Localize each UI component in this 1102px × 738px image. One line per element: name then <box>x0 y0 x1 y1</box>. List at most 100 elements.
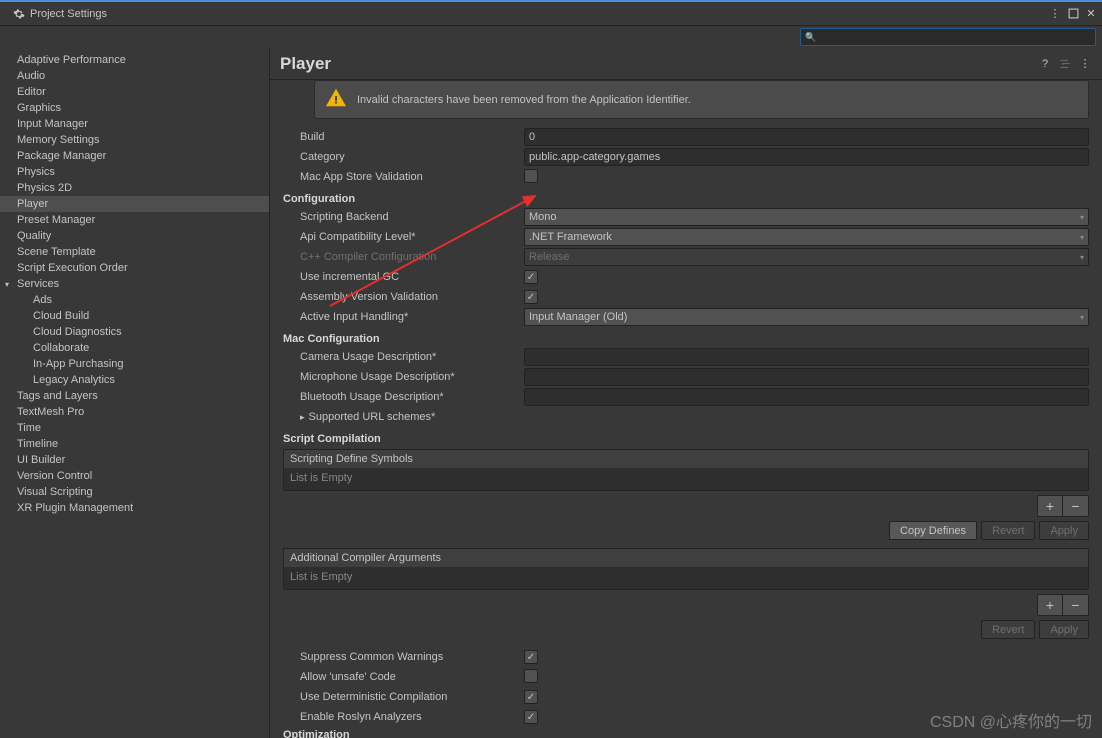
sidebar-item-input-manager[interactable]: Input Manager <box>0 116 269 132</box>
bt-input[interactable] <box>524 388 1089 406</box>
script-comp-section: Script Compilation <box>283 427 1089 447</box>
sidebar-item-script-execution-order[interactable]: Script Execution Order <box>0 260 269 276</box>
cpp-dropdown: Release <box>524 248 1089 266</box>
avv-checkbox[interactable] <box>524 290 538 304</box>
suppress-checkbox[interactable] <box>524 650 538 664</box>
sidebar-item-editor[interactable]: Editor <box>0 84 269 100</box>
search-input[interactable] <box>819 32 1091 42</box>
det-label: Use Deterministic Compilation <box>283 691 524 703</box>
sidebar-item-ads[interactable]: Ads <box>0 292 269 308</box>
sidebar-item-player[interactable]: Player <box>0 196 269 212</box>
sidebar-item-graphics[interactable]: Graphics <box>0 100 269 116</box>
url-schemes-foldout[interactable]: Supported URL schemes* <box>283 407 1089 427</box>
mac-store-checkbox[interactable] <box>524 169 538 183</box>
api-label: Api Compatibility Level* <box>283 231 524 243</box>
warning-icon <box>325 87 347 112</box>
apply-defines-button: Apply <box>1039 521 1089 540</box>
sds-header: Scripting Define Symbols <box>284 450 1088 468</box>
sidebar-item-preset-manager[interactable]: Preset Manager <box>0 212 269 228</box>
search-row: 🔍 <box>0 26 1102 48</box>
sidebar-item-in-app-purchasing[interactable]: In-App Purchasing <box>0 356 269 372</box>
close-icon[interactable]: ✕ <box>1084 7 1098 21</box>
suppress-label: Suppress Common Warnings <box>283 651 524 663</box>
sidebar-item-scene-template[interactable]: Scene Template <box>0 244 269 260</box>
sidebar-item-xr-plugin-management[interactable]: XR Plugin Management <box>0 500 269 516</box>
optim-section: Optimization <box>283 727 1089 738</box>
sidebar-item-physics[interactable]: Physics <box>0 164 269 180</box>
more-icon[interactable]: ⋮ <box>1078 57 1092 71</box>
main-panel: Player ? ⋮ Invalid characters have been … <box>270 48 1102 738</box>
search-box[interactable]: 🔍 <box>800 28 1096 46</box>
cam-input[interactable] <box>524 348 1089 366</box>
sidebar-item-textmesh-pro[interactable]: TextMesh Pro <box>0 404 269 420</box>
page-title: Player <box>280 54 331 74</box>
window-tab[interactable]: Project Settings <box>4 5 115 23</box>
sidebar-item-physics-2d[interactable]: Physics 2D <box>0 180 269 196</box>
help-icon[interactable]: ? <box>1038 57 1052 71</box>
content-scroll[interactable]: Invalid characters have been removed fro… <box>270 80 1102 738</box>
settings-icon[interactable] <box>1058 57 1072 71</box>
sidebar-item-time[interactable]: Time <box>0 420 269 436</box>
avv-label: Assembly Version Validation <box>283 291 524 303</box>
maximize-icon[interactable] <box>1066 7 1080 21</box>
sidebar-item-collaborate[interactable]: Collaborate <box>0 340 269 356</box>
add-define-button[interactable]: + <box>1038 496 1063 516</box>
category-label: Category <box>283 151 524 163</box>
sidebar: Adaptive PerformanceAudioEditorGraphicsI… <box>0 48 270 738</box>
config-section: Configuration <box>283 187 1089 207</box>
unsafe-label: Allow 'unsafe' Code <box>283 671 524 683</box>
sidebar-item-audio[interactable]: Audio <box>0 68 269 84</box>
unsafe-checkbox[interactable] <box>524 669 538 683</box>
sidebar-item-memory-settings[interactable]: Memory Settings <box>0 132 269 148</box>
sidebar-item-legacy-analytics[interactable]: Legacy Analytics <box>0 372 269 388</box>
sidebar-item-ui-builder[interactable]: UI Builder <box>0 452 269 468</box>
mac-config-section: Mac Configuration <box>283 327 1089 347</box>
window-title: Project Settings <box>30 8 107 20</box>
sidebar-item-version-control[interactable]: Version Control <box>0 468 269 484</box>
backend-label: Scripting Backend <box>283 211 524 223</box>
sidebar-item-quality[interactable]: Quality <box>0 228 269 244</box>
main-header: Player ? ⋮ <box>270 48 1102 80</box>
mic-label: Microphone Usage Description* <box>283 371 524 383</box>
sidebar-item-cloud-diagnostics[interactable]: Cloud Diagnostics <box>0 324 269 340</box>
aca-header: Additional Compiler Arguments <box>284 549 1088 567</box>
api-dropdown[interactable]: .NET Framework <box>524 228 1089 246</box>
sidebar-item-visual-scripting[interactable]: Visual Scripting <box>0 484 269 500</box>
sidebar-item-services[interactable]: Services <box>0 276 269 292</box>
revert-args-button: Revert <box>981 620 1035 639</box>
gear-icon <box>12 7 26 21</box>
aca-body: List is Empty <box>284 567 1088 589</box>
warning-text: Invalid characters have been removed fro… <box>357 94 691 106</box>
titlebar: Project Settings ⋮ ✕ <box>0 2 1102 26</box>
apply-args-button: Apply <box>1039 620 1089 639</box>
cam-label: Camera Usage Description* <box>283 351 524 363</box>
define-symbols-box: Scripting Define Symbols List is Empty <box>283 449 1089 491</box>
bt-label: Bluetooth Usage Description* <box>283 391 524 403</box>
gc-checkbox[interactable] <box>524 270 538 284</box>
input-dropdown[interactable]: Input Manager (Old) <box>524 308 1089 326</box>
det-checkbox[interactable] <box>524 690 538 704</box>
sidebar-item-timeline[interactable]: Timeline <box>0 436 269 452</box>
copy-defines-button[interactable]: Copy Defines <box>889 521 977 540</box>
remove-arg-button[interactable]: − <box>1063 595 1088 615</box>
input-label: Active Input Handling* <box>283 311 524 323</box>
build-input[interactable] <box>524 128 1089 146</box>
warning-box: Invalid characters have been removed fro… <box>314 80 1089 119</box>
sidebar-item-cloud-build[interactable]: Cloud Build <box>0 308 269 324</box>
sidebar-item-adaptive-performance[interactable]: Adaptive Performance <box>0 52 269 68</box>
roslyn-checkbox[interactable] <box>524 710 538 724</box>
category-input[interactable] <box>524 148 1089 166</box>
menu-icon[interactable]: ⋮ <box>1048 7 1062 21</box>
mic-input[interactable] <box>524 368 1089 386</box>
backend-dropdown[interactable]: Mono <box>524 208 1089 226</box>
build-label: Build <box>283 131 524 143</box>
mac-store-label: Mac App Store Validation <box>283 171 524 183</box>
add-arg-button[interactable]: + <box>1038 595 1063 615</box>
remove-define-button[interactable]: − <box>1063 496 1088 516</box>
gc-label: Use incremental GC <box>283 271 524 283</box>
sidebar-item-tags-and-layers[interactable]: Tags and Layers <box>0 388 269 404</box>
sidebar-item-package-manager[interactable]: Package Manager <box>0 148 269 164</box>
cpp-label: C++ Compiler Configuration <box>283 251 524 263</box>
compiler-args-box: Additional Compiler Arguments List is Em… <box>283 548 1089 590</box>
search-icon: 🔍 <box>805 32 816 43</box>
